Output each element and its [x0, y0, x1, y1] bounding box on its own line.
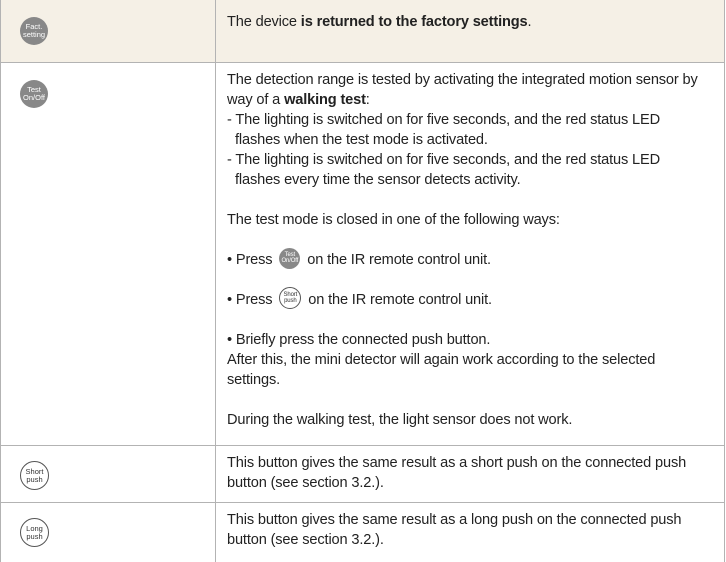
text-part: way of a	[227, 92, 285, 108]
description-cell: The device is returned to the factory se…	[216, 0, 724, 62]
description-cell: This button gives the same result as a s…	[216, 446, 724, 502]
long-push-label-2: push	[26, 531, 43, 541]
after-line-2: settings.	[227, 372, 280, 388]
bullet-2-line-1: - The lighting is switched on for five s…	[227, 152, 660, 168]
fact-setting-button-label-2: setting	[22, 30, 46, 39]
short-push-line-1: This button gives the same result as a s…	[227, 455, 687, 471]
test-onoff-inline-icon: Test On/Off	[279, 247, 301, 269]
bold-text: is returned to the factory settings	[300, 14, 528, 30]
bold-text: walking test	[284, 92, 366, 108]
long-push-button-icon: Long push	[20, 518, 49, 547]
long-push-line-1: This button gives the same result as a l…	[227, 512, 682, 528]
bullet-1-line-1: - The lighting is switched on for five s…	[227, 112, 660, 128]
close-option-3: • Briefly press the connected push butto…	[227, 332, 491, 348]
intro-line-1: The detection range is tested by activat…	[227, 72, 698, 88]
long-push-line-2: button (see section 3.2.).	[227, 532, 384, 548]
text-part: on the IR remote control unit.	[304, 292, 492, 308]
walking-test-note: During the walking test, the light senso…	[227, 412, 573, 428]
text-part: • Press	[227, 292, 277, 308]
icon-label: push	[284, 298, 297, 305]
description-cell: The detection range is tested by activat…	[216, 63, 724, 445]
icon-label: On/Off	[281, 258, 299, 265]
bullet-1-line-2: flashes when the test mode is activated.	[235, 132, 488, 148]
text-part: • Press	[227, 252, 277, 268]
intro-line-2: way of a walking test:	[227, 90, 712, 110]
test-button-label-2: On/Off	[23, 93, 45, 102]
fact-setting-button-icon: Fact. setting	[20, 17, 48, 45]
table-row-short-push: Short push This button gives the same re…	[1, 446, 724, 503]
close-option-2: • Press Short push on the IR remote contr…	[227, 287, 712, 310]
description-cell: This button gives the same result as a l…	[216, 503, 724, 562]
fact-setting-description: The device is returned to the factory se…	[227, 12, 712, 32]
button-cell: Test On/Off	[1, 63, 216, 445]
close-intro: The test mode is closed in one of the fo…	[227, 212, 560, 228]
button-cell: Long push	[1, 503, 216, 562]
text-part: :	[365, 92, 370, 108]
short-push-line-2: button (see section 3.2.).	[227, 475, 384, 491]
short-push-button-icon: Short push	[20, 461, 49, 490]
after-line-1: After this, the mini detector will again…	[227, 352, 656, 368]
table-row-long-push: Long push This button gives the same res…	[1, 503, 724, 562]
table-row-fact-setting: Fact. setting The device is returned to …	[1, 0, 724, 63]
short-push-inline-icon: Short push	[279, 287, 302, 310]
text-part: on the IR remote control unit.	[303, 252, 491, 268]
short-push-label-2: push	[26, 474, 43, 484]
text-part: .	[527, 14, 532, 30]
test-onoff-button-icon: Test On/Off	[20, 80, 48, 108]
close-option-1: • Press Test On/Off on the IR remote cont…	[227, 247, 712, 270]
table-row-test-onoff: Test On/Off The detection range is teste…	[1, 63, 724, 446]
remote-control-functions-table: Fact. setting The device is returned to …	[0, 0, 725, 562]
button-cell: Fact. setting	[1, 0, 216, 62]
bullet-2-line-2: flashes every time the sensor detects ac…	[235, 172, 521, 188]
text-part: The device	[227, 14, 301, 30]
button-cell: Short push	[1, 446, 216, 502]
